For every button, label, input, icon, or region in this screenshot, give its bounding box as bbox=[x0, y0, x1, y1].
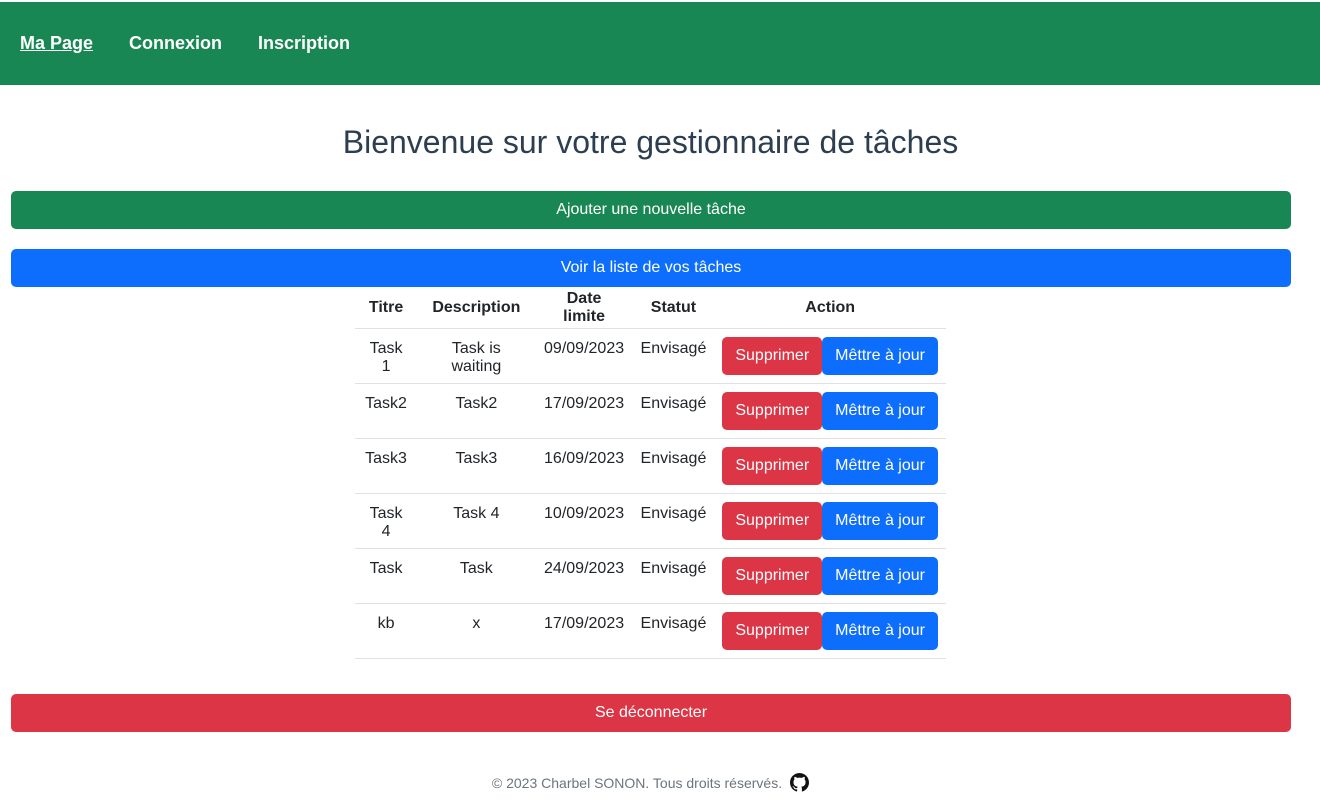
task-actions: Supprimer Mêttre à jour bbox=[714, 603, 946, 659]
header-title: Titre bbox=[355, 288, 418, 329]
delete-button[interactable]: Supprimer bbox=[722, 556, 823, 595]
update-button[interactable]: Mêttre à jour bbox=[822, 391, 938, 430]
nav-login-link[interactable]: Connexion bbox=[129, 33, 222, 54]
update-button[interactable]: Mêttre à jour bbox=[822, 611, 938, 650]
header-action: Action bbox=[714, 288, 946, 329]
header-status: Statut bbox=[632, 288, 715, 329]
task-description: Task bbox=[417, 548, 536, 604]
table-row: Task2 Task2 17/09/2023 Envisagé Supprime… bbox=[355, 383, 946, 439]
task-actions: Supprimer Mêttre à jour bbox=[714, 548, 946, 604]
header-deadline: Date limite bbox=[535, 288, 633, 329]
table-row: kb x 17/09/2023 Envisagé Supprimer Mêttre… bbox=[355, 603, 946, 659]
view-tasks-button[interactable]: Voir la liste de vos tâches bbox=[11, 249, 1291, 287]
task-title: Task 1 bbox=[355, 328, 418, 384]
delete-button[interactable]: Supprimer bbox=[722, 611, 823, 650]
nav-brand-link[interactable]: Ma Page bbox=[20, 33, 93, 54]
footer-copyright: © 2023 Charbel SONON. Tous droits réserv… bbox=[491, 774, 783, 791]
task-description: x bbox=[417, 603, 536, 659]
task-description: Task3 bbox=[417, 438, 536, 494]
task-status: Envisagé bbox=[632, 603, 715, 659]
task-actions: Supprimer Mêttre à jour bbox=[714, 383, 946, 439]
delete-button[interactable]: Supprimer bbox=[722, 391, 823, 430]
table-header-row: Titre Description Date limite Statut Act… bbox=[355, 288, 946, 329]
task-title: Task2 bbox=[355, 383, 418, 439]
navbar: Ma Page Connexion Inscription bbox=[0, 2, 1320, 85]
nav-signup-link[interactable]: Inscription bbox=[258, 33, 350, 54]
task-description: Task is waiting bbox=[417, 328, 536, 384]
task-actions: Supprimer Mêttre à jour bbox=[714, 328, 946, 384]
task-title: Task3 bbox=[355, 438, 418, 494]
task-deadline: 16/09/2023 bbox=[535, 438, 633, 494]
task-title: Task bbox=[355, 548, 418, 604]
update-button[interactable]: Mêttre à jour bbox=[822, 501, 938, 540]
task-description: Task 4 bbox=[417, 493, 536, 549]
delete-button[interactable]: Supprimer bbox=[722, 501, 823, 540]
tasks-table: Titre Description Date limite Statut Act… bbox=[355, 288, 946, 659]
header-description: Description bbox=[417, 288, 536, 329]
task-status: Envisagé bbox=[632, 383, 715, 439]
update-button[interactable]: Mêttre à jour bbox=[822, 446, 938, 485]
table-row: Task Task 24/09/2023 Envisagé Supprimer M… bbox=[355, 548, 946, 604]
delete-button[interactable]: Supprimer bbox=[722, 446, 823, 485]
task-status: Envisagé bbox=[632, 493, 715, 549]
task-title: kb bbox=[355, 603, 418, 659]
task-status: Envisagé bbox=[632, 438, 715, 494]
task-actions: Supprimer Mêttre à jour bbox=[714, 438, 946, 494]
task-actions: Supprimer Mêttre à jour bbox=[714, 493, 946, 549]
task-deadline: 24/09/2023 bbox=[535, 548, 633, 604]
task-status: Envisagé bbox=[632, 548, 715, 604]
table-row: Task 1 Task is waiting 09/09/2023 Envisa… bbox=[355, 328, 946, 384]
page-title: Bienvenue sur votre gestionnaire de tâch… bbox=[342, 124, 959, 160]
logout-button[interactable]: Se déconnecter bbox=[11, 694, 1291, 732]
table-row: Task 4 Task 4 10/09/2023 Envisagé Suppri… bbox=[355, 493, 946, 549]
update-button[interactable]: Mêttre à jour bbox=[822, 556, 938, 595]
github-icon[interactable] bbox=[790, 773, 810, 792]
task-description: Task2 bbox=[417, 383, 536, 439]
task-title: Task 4 bbox=[355, 493, 418, 549]
update-button[interactable]: Mêttre à jour bbox=[822, 336, 938, 375]
add-task-button[interactable]: Ajouter une nouvelle tâche bbox=[11, 191, 1291, 229]
task-deadline: 09/09/2023 bbox=[535, 328, 633, 384]
task-deadline: 10/09/2023 bbox=[535, 493, 633, 549]
task-deadline: 17/09/2023 bbox=[535, 603, 633, 659]
footer: © 2023 Charbel SONON. Tous droits réserv… bbox=[0, 773, 1301, 792]
table-row: Task3 Task3 16/09/2023 Envisagé Supprime… bbox=[355, 438, 946, 494]
task-deadline: 17/09/2023 bbox=[535, 383, 633, 439]
delete-button[interactable]: Supprimer bbox=[722, 336, 823, 375]
task-status: Envisagé bbox=[632, 328, 715, 384]
